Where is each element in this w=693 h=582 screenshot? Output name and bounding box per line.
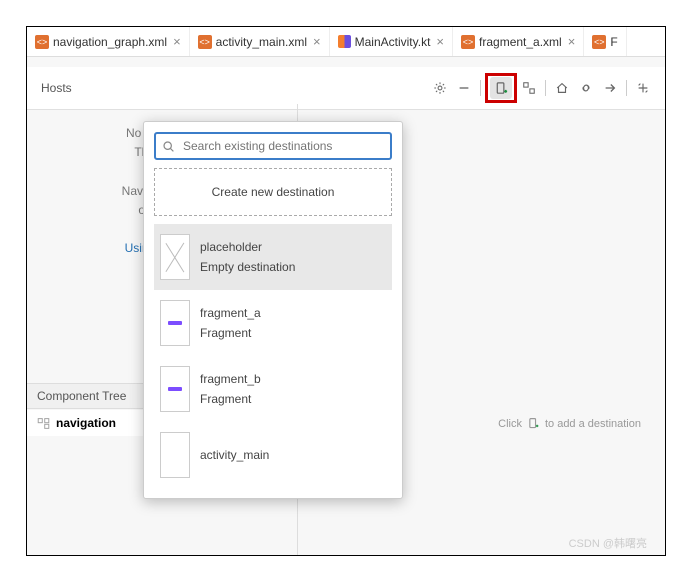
create-new-destination[interactable]: Create new destination	[154, 168, 392, 216]
link-icon[interactable]	[575, 77, 597, 99]
kotlin-icon	[338, 35, 351, 48]
hint-text: to add a destination	[545, 418, 641, 430]
tab-navigation-graph[interactable]: <> navigation_graph.xml ×	[27, 27, 190, 56]
item-title: activity_main	[200, 445, 269, 465]
placeholder-thumb	[160, 234, 190, 280]
tab-activity-main[interactable]: <> activity_main.xml ×	[190, 27, 330, 56]
nested-graph-icon[interactable]	[518, 77, 540, 99]
panel-title: Hosts	[41, 81, 428, 95]
add-destination-icon	[527, 417, 540, 430]
tab-label: navigation_graph.xml	[53, 35, 167, 49]
list-item-fragment-a[interactable]: fragment_a Fragment	[154, 290, 392, 356]
home-icon[interactable]	[551, 77, 573, 99]
tab-fragment-a[interactable]: <> fragment_a.xml ×	[453, 27, 584, 56]
activity-thumb	[160, 432, 190, 478]
fragment-thumb	[160, 300, 190, 346]
tab-main-activity[interactable]: MainActivity.kt ×	[330, 27, 453, 56]
auto-arrange-icon[interactable]	[632, 77, 654, 99]
item-subtitle: Fragment	[200, 323, 261, 343]
gear-icon[interactable]	[429, 77, 451, 99]
item-title: fragment_b	[200, 369, 261, 389]
separator	[480, 80, 481, 96]
tab-label: fragment_a.xml	[479, 35, 562, 49]
separator	[545, 80, 546, 96]
add-destination-button[interactable]	[490, 77, 512, 99]
minus-icon[interactable]	[453, 77, 475, 99]
watermark: CSDN @韩曙亮	[569, 535, 647, 551]
xml-icon: <>	[198, 35, 212, 49]
component-tree-title: Component Tree	[37, 389, 126, 403]
tab-label: MainActivity.kt	[355, 35, 431, 49]
xml-icon: <>	[461, 35, 475, 49]
add-destination-popup: Create new destination placeholder Empty…	[143, 121, 403, 499]
close-icon[interactable]: ×	[436, 34, 444, 49]
close-icon[interactable]: ×	[313, 34, 321, 49]
canvas-empty-hint: Click to add a destination	[498, 417, 641, 430]
item-title: placeholder	[200, 237, 295, 257]
xml-icon: <>	[35, 35, 49, 49]
list-item-activity-main[interactable]: activity_main	[154, 422, 392, 488]
arrow-right-icon[interactable]	[599, 77, 621, 99]
item-subtitle: Empty destination	[200, 257, 295, 277]
tab-overflow[interactable]: <> F	[584, 27, 626, 56]
component-tree-root: navigation	[56, 416, 116, 430]
list-item-fragment-b[interactable]: fragment_b Fragment	[154, 356, 392, 422]
xml-icon: <>	[592, 35, 606, 49]
close-icon[interactable]: ×	[173, 34, 181, 49]
separator	[626, 80, 627, 96]
item-subtitle: Fragment	[200, 389, 261, 409]
item-title: fragment_a	[200, 303, 261, 323]
search-input[interactable]	[181, 138, 384, 154]
destination-list: Create new destination placeholder Empty…	[154, 168, 392, 488]
search-field[interactable]	[154, 132, 392, 160]
search-icon	[162, 140, 175, 153]
close-icon[interactable]: ×	[568, 34, 576, 49]
fragment-thumb	[160, 366, 190, 412]
app-frame: <> navigation_graph.xml × <> activity_ma…	[26, 26, 666, 556]
navigation-icon	[37, 417, 50, 430]
highlight-add-destination	[485, 73, 517, 103]
tab-label: activity_main.xml	[216, 35, 307, 49]
list-item-placeholder[interactable]: placeholder Empty destination	[154, 224, 392, 290]
tab-label: F	[610, 35, 617, 49]
hint-text: Click	[498, 418, 522, 430]
editor-tabs: <> navigation_graph.xml × <> activity_ma…	[27, 27, 665, 57]
